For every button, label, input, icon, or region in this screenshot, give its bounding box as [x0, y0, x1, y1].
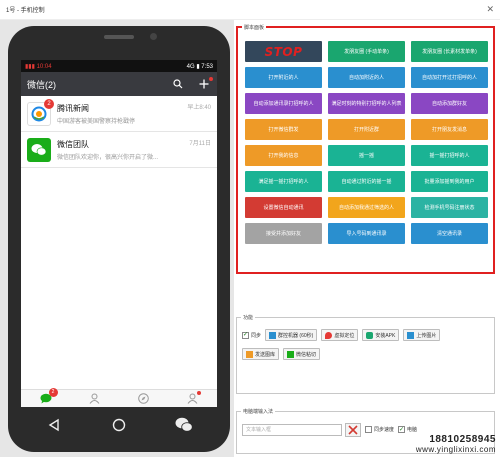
gallery-icon [246, 350, 253, 358]
wechat-title: 微信(2) [27, 79, 56, 90]
contacts-tab-icon[interactable] [88, 392, 102, 406]
back-icon[interactable] [43, 414, 65, 436]
unread-badge: 2 [44, 98, 54, 109]
sync-speed-checkbox[interactable]: 同步速度 [365, 426, 394, 433]
sync-label: 同步 [251, 332, 262, 339]
script-button[interactable]: 发朋友圈 (手动单条) [328, 41, 405, 62]
chat-item-tencent-news[interactable]: 2 腾讯新闻 中国游客被美国警察持枪戳停 早上8:40 [21, 96, 217, 132]
script-button[interactable]: 检测手机号码注册状态 [411, 197, 488, 218]
clear-input-button[interactable] [345, 423, 361, 437]
location-pin-icon [325, 331, 333, 339]
window-title: 1号 - 手机控制 [6, 8, 45, 14]
wechat-team-avatar [27, 137, 51, 162]
discover-tab-icon[interactable] [137, 392, 151, 406]
sync-checkbox[interactable]: ✓ 同步 [242, 331, 262, 339]
search-icon[interactable] [171, 77, 185, 91]
script-button[interactable]: 接受并添加好友 [245, 223, 322, 244]
chat-time: 早上8:40 [187, 105, 211, 111]
wechat-paste-button[interactable]: 微信粘切 [283, 348, 321, 360]
eraser-icon [348, 425, 358, 435]
script-button[interactable]: 批量添加摇到我的用户 [411, 171, 488, 192]
sync-check-icon: ✓ [242, 331, 249, 339]
script-button[interactable]: 清空通讯录 [411, 223, 488, 244]
watermark: 18810258945 www.yinglixinxi.com [416, 434, 496, 454]
script-button[interactable]: 自动添加我通过筛选的人 [328, 197, 405, 218]
script-button[interactable]: 打开我的信息 [245, 145, 322, 166]
status-right: 4G ▮ 7:53 [186, 63, 213, 70]
group-control-button[interactable]: 群控机器 (60秒) [265, 329, 318, 341]
status-bar: ▮▮▮ 10:04 4G ▮ 7:53 [21, 60, 217, 72]
script-button[interactable]: 自动添加群好友 [411, 93, 488, 114]
paste-icon [287, 350, 295, 358]
script-button[interactable]: 满足摇一摇打招呼的人 [245, 171, 322, 192]
script-button[interactable]: 打开朋友发消息 [411, 119, 488, 140]
install-apk-button[interactable]: 安装APK [362, 329, 400, 341]
script-button[interactable]: 打开附近的人 [245, 67, 322, 88]
watermark-phone: 18810258945 [429, 434, 496, 445]
script-button[interactable]: 自动加打开过打招呼的人 [411, 67, 488, 88]
text-input[interactable] [242, 424, 342, 436]
script-button-grid: STOP 发朋友圈 (手动单条) 发朋友圈 (长素材发单条) 打开附近的人 自动加附近的… [245, 41, 488, 244]
pc-checkbox[interactable]: ✓ 电脑 [398, 426, 417, 433]
close-button[interactable]: ✕ [486, 4, 494, 15]
me-tab-dot [196, 390, 201, 395]
android-icon [366, 331, 374, 339]
phone-frame: ▮▮▮ 10:04 4G ▮ 7:53 微信(2) 2 腾讯新闻 中国游客被美国… [8, 26, 230, 452]
chat-preview: 微信团队欢迎你，很高兴你开启了微... [57, 154, 159, 161]
add-notification-dot [209, 77, 213, 81]
status-left: ▮▮▮ 10:04 [25, 63, 52, 70]
virtual-location-button[interactable]: 虚拟定位 [321, 329, 359, 341]
pc-check-icon: ✓ [398, 426, 406, 433]
chat-time: 7月11日 [189, 141, 211, 147]
script-button[interactable]: 自动通过附近的摇一摇 [328, 171, 405, 192]
script-button[interactable]: 导入号码到通讯录 [328, 223, 405, 244]
stop-button[interactable]: STOP [245, 41, 322, 62]
function-panel: 功能 ✓ 同步 群控机器 (60秒) 虚拟定位 安装APK 上传图片 发送图库 [236, 314, 495, 394]
add-icon[interactable] [197, 77, 213, 91]
script-button[interactable]: 自动加附近的人 [328, 67, 405, 88]
script-panel: 脚本面板 STOP 发朋友圈 (手动单条) 发朋友圈 (长素材发单条) 打开附近的人自… [236, 24, 495, 274]
chat-preview: 中国游客被美国警察持枪戳停 [57, 118, 136, 125]
function-panel-legend: 功能 [241, 314, 256, 321]
wechat-tab-bar: 2 [21, 387, 217, 407]
script-button[interactable]: 设置微信自动通讯 [245, 197, 322, 218]
chat-name: 微信团队 [57, 139, 89, 149]
image-icon [407, 331, 415, 339]
chat-item-wechat-team[interactable]: 微信团队 微信团队欢迎你，很高兴你开启了微... 7月11日 [21, 132, 217, 168]
android-nav-bar [21, 410, 217, 440]
phone-screen[interactable]: ▮▮▮ 10:04 4G ▮ 7:53 微信(2) 2 腾讯新闻 中国游客被美国… [21, 60, 217, 407]
script-button[interactable]: 发朋友圈 (长素材发单条) [411, 41, 488, 62]
me-tab-icon[interactable] [186, 390, 201, 406]
script-button[interactable]: 满足时刻的特别打招呼的人列表 [328, 93, 405, 114]
window-titlebar: 1号 - 手机控制 ✕ [0, 0, 500, 20]
script-button[interactable]: 打开微信群发 [245, 119, 322, 140]
phone-speaker [104, 35, 134, 39]
script-panel-legend: 脚本面板 [242, 24, 267, 31]
chats-tab-badge: 2 [48, 387, 58, 397]
phone-camera [150, 33, 157, 40]
tencent-news-avatar: 2 [27, 98, 54, 126]
script-button[interactable]: 自动添加通讯录打招呼的人 [245, 93, 322, 114]
chats-tab-icon[interactable]: 2 [39, 387, 58, 406]
script-button[interactable]: 摇一摇 [328, 145, 405, 166]
input-panel-legend: 电脑端输入法 [241, 408, 276, 415]
wechat-header: 微信(2) [21, 72, 217, 96]
upload-image-button[interactable]: 上传图片 [403, 329, 441, 341]
script-button[interactable]: 摇一摇打招呼的人 [411, 145, 488, 166]
watermark-url: www.yinglixinxi.com [415, 445, 496, 454]
send-gallery-button[interactable]: 发送图库 [242, 348, 280, 360]
script-button[interactable]: 打开附近群 [328, 119, 405, 140]
home-icon[interactable] [108, 414, 130, 436]
sync-speed-check [365, 426, 372, 433]
grid-icon [269, 331, 277, 339]
wechat-logo-icon[interactable] [173, 414, 195, 436]
